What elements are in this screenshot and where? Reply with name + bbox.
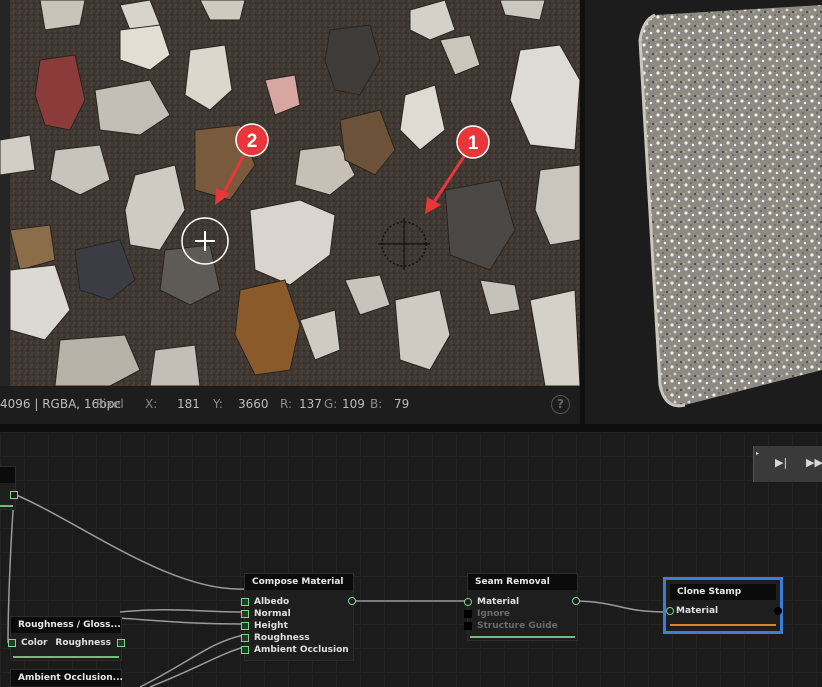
clone-progress-bar: [670, 624, 776, 626]
normal-port-label: Normal: [254, 609, 291, 619]
color-port-label: Color: [21, 638, 48, 648]
node-title: Ambient Occlusion...: [11, 670, 123, 686]
node-title: Roughness / Gloss...: [11, 617, 121, 633]
height-port-label: Height: [254, 621, 288, 631]
r-value: 137: [299, 397, 322, 411]
r-label: R:: [280, 397, 293, 411]
node-status-bar: [13, 656, 119, 658]
roughness-port-label: Roughness: [55, 638, 111, 648]
height-input-port[interactable]: [241, 622, 249, 630]
step-forward-icon[interactable]: ▶|: [775, 456, 787, 469]
node-graph[interactable]: Roughness / Gloss... Color Roughness Amb…: [0, 432, 822, 687]
clone-stamp-node[interactable]: Clone Stamp Material: [663, 577, 783, 634]
seam-removal-node[interactable]: Seam Removal Material Ignore Structure G…: [464, 573, 578, 641]
partial-node-bar: [0, 505, 13, 507]
material-input-port[interactable]: [464, 598, 472, 606]
panel-divider[interactable]: [0, 424, 822, 432]
pixel-label: Pixel: [96, 397, 124, 411]
graph-connections: [7, 493, 668, 687]
help-icon[interactable]: ?: [551, 395, 570, 414]
compose-material-node[interactable]: Compose Material Albedo Normal Height Ro…: [241, 573, 354, 661]
marker-1-label: 1: [468, 133, 479, 154]
partial-node-header: [0, 467, 15, 483]
node-title: Compose Material: [245, 574, 353, 590]
3d-preview-mesh: [638, 5, 822, 408]
roughness-output-port[interactable]: [117, 639, 125, 647]
texture-status-bar: 4096 | RGBA, 16bpc Pixel X: 181 Y: 3660 …: [0, 386, 580, 424]
playback-panel: ▸ ▶| ▶▶: [753, 446, 822, 482]
ignore-input-port[interactable]: [464, 610, 472, 618]
g-label: G:: [324, 397, 338, 411]
normal-input-port[interactable]: [241, 610, 249, 618]
clone-output-port[interactable]: [774, 607, 782, 615]
partial-node-output-port[interactable]: [10, 491, 18, 499]
marker-2-label: 2: [247, 131, 258, 152]
roughness-input-port[interactable]: [241, 634, 249, 642]
x-value: 181: [177, 397, 200, 411]
texture-viewport[interactable]: 1 2: [0, 0, 580, 386]
x-label: X:: [145, 397, 158, 411]
albedo-port-label: Albedo: [254, 597, 290, 607]
structure-guide-input-port[interactable]: [464, 622, 472, 630]
ignore-port-label: Ignore: [477, 609, 510, 619]
compose-output-port[interactable]: [348, 597, 356, 605]
stone-texture: 1 2: [0, 0, 580, 386]
y-label: Y:: [213, 397, 223, 411]
structure-guide-port-label: Structure Guide: [477, 621, 558, 631]
clone-material-input-port[interactable]: [666, 607, 674, 615]
3d-viewport[interactable]: [585, 0, 822, 424]
ao-port-label: Ambient Occlusion: [254, 645, 349, 655]
g-value: 109: [342, 397, 365, 411]
node-title: Seam Removal: [468, 574, 577, 590]
b-value: 79: [394, 397, 410, 411]
y-value: 3660: [238, 397, 269, 411]
roughness-port-label: Roughness: [254, 633, 310, 643]
albedo-input-port[interactable]: [241, 598, 249, 606]
ambient-occlusion-node[interactable]: Ambient Occlusion...: [10, 669, 123, 687]
node-title: Clone Stamp: [670, 584, 776, 600]
color-input-port[interactable]: [8, 639, 16, 647]
roughness-gloss-node[interactable]: Roughness / Gloss... Color Roughness: [8, 616, 125, 661]
ao-input-port[interactable]: [241, 646, 249, 654]
b-label: B:: [370, 397, 383, 411]
seam-output-port[interactable]: [572, 597, 580, 605]
node-status-bar: [470, 636, 575, 638]
fast-forward-icon[interactable]: ▶▶: [806, 456, 822, 469]
partial-node[interactable]: [0, 466, 16, 510]
material-port-label: Material: [477, 597, 520, 607]
panel-collapse-icon[interactable]: ▸: [756, 450, 759, 457]
